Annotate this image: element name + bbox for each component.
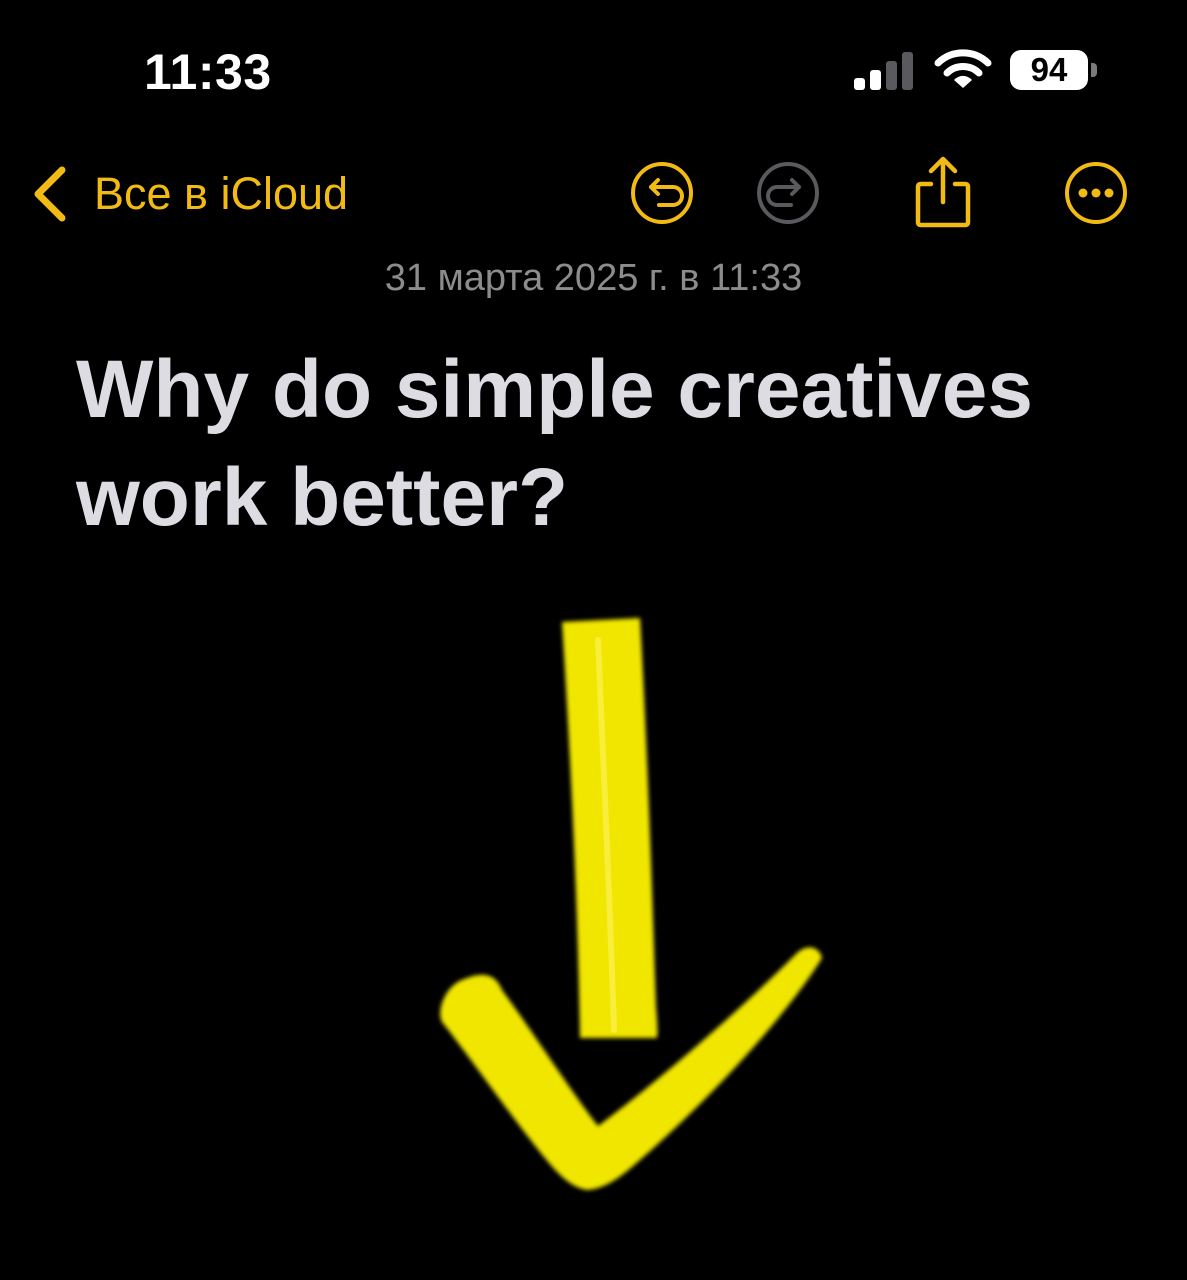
share-icon[interactable]: [910, 154, 976, 230]
chevron-left-icon: [34, 166, 66, 222]
status-bar: 11:33 94: [0, 0, 1187, 130]
battery-cap: [1091, 63, 1097, 77]
nav-bar: Все в iCloud: [0, 150, 1187, 240]
back-button-label: Все в iCloud: [94, 168, 349, 219]
more-icon[interactable]: [1063, 160, 1129, 226]
status-time: 11:33: [144, 44, 272, 100]
undo-icon[interactable]: [629, 160, 695, 226]
battery-level: 94: [1010, 50, 1088, 90]
redo-icon[interactable]: [755, 160, 821, 226]
battery-indicator: 94: [1010, 50, 1100, 90]
wifi-icon: [934, 49, 992, 88]
cellular-signal-icon: [854, 52, 913, 90]
note-title[interactable]: Why do simple creatives work better?: [76, 336, 1136, 552]
back-button[interactable]: Все в iCloud: [30, 162, 348, 226]
arrow-down-icon[interactable]: [0, 560, 1187, 1280]
note-date: 31 марта 2025 г. в 11:33: [384, 257, 803, 299]
